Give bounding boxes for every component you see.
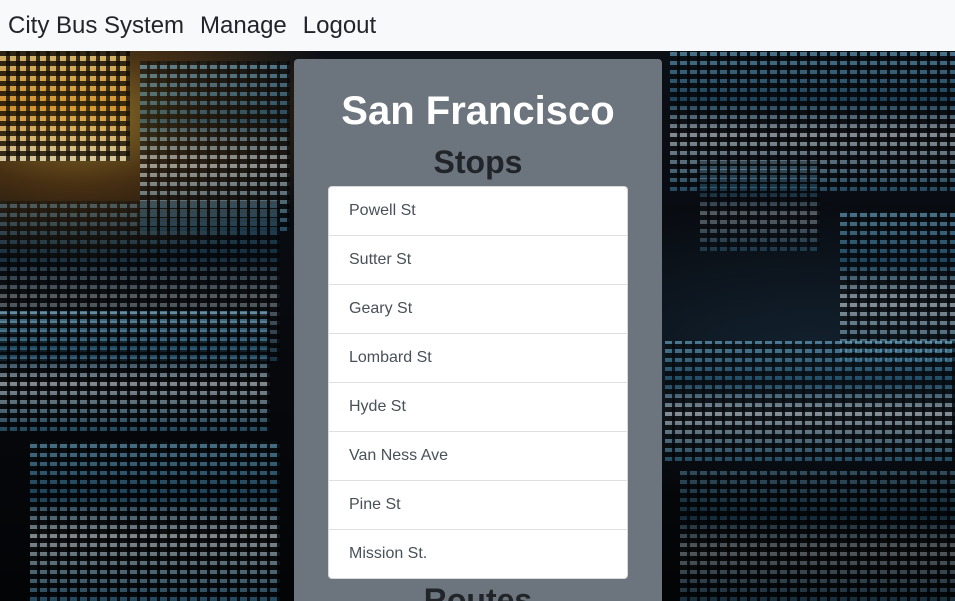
routes-heading: Routes	[423, 582, 533, 601]
stop-list-item[interactable]: Geary St	[329, 285, 627, 334]
stop-list-item[interactable]: Powell St	[329, 187, 627, 236]
city-title: San Francisco	[341, 89, 615, 133]
manage-link[interactable]: Manage	[200, 0, 287, 51]
stop-list-item[interactable]: Mission St.	[329, 530, 627, 578]
city-panel: San Francisco Stops Powell St Sutter St Ge…	[294, 59, 662, 601]
stop-list-item[interactable]: Lombard St	[329, 334, 627, 383]
stops-heading: Stops	[433, 144, 523, 180]
stop-list-item[interactable]: Van Ness Ave	[329, 432, 627, 481]
stop-list-item[interactable]: Hyde St	[329, 383, 627, 432]
logout-link[interactable]: Logout	[303, 0, 376, 51]
top-navbar: City Bus System Manage Logout	[0, 0, 955, 51]
stops-list: Powell St Sutter St Geary St Lombard St Hyde…	[328, 186, 628, 579]
brand-link[interactable]: City Bus System	[8, 0, 184, 51]
stop-list-item[interactable]: Pine St	[329, 481, 627, 530]
stop-list-item[interactable]: Sutter St	[329, 236, 627, 285]
